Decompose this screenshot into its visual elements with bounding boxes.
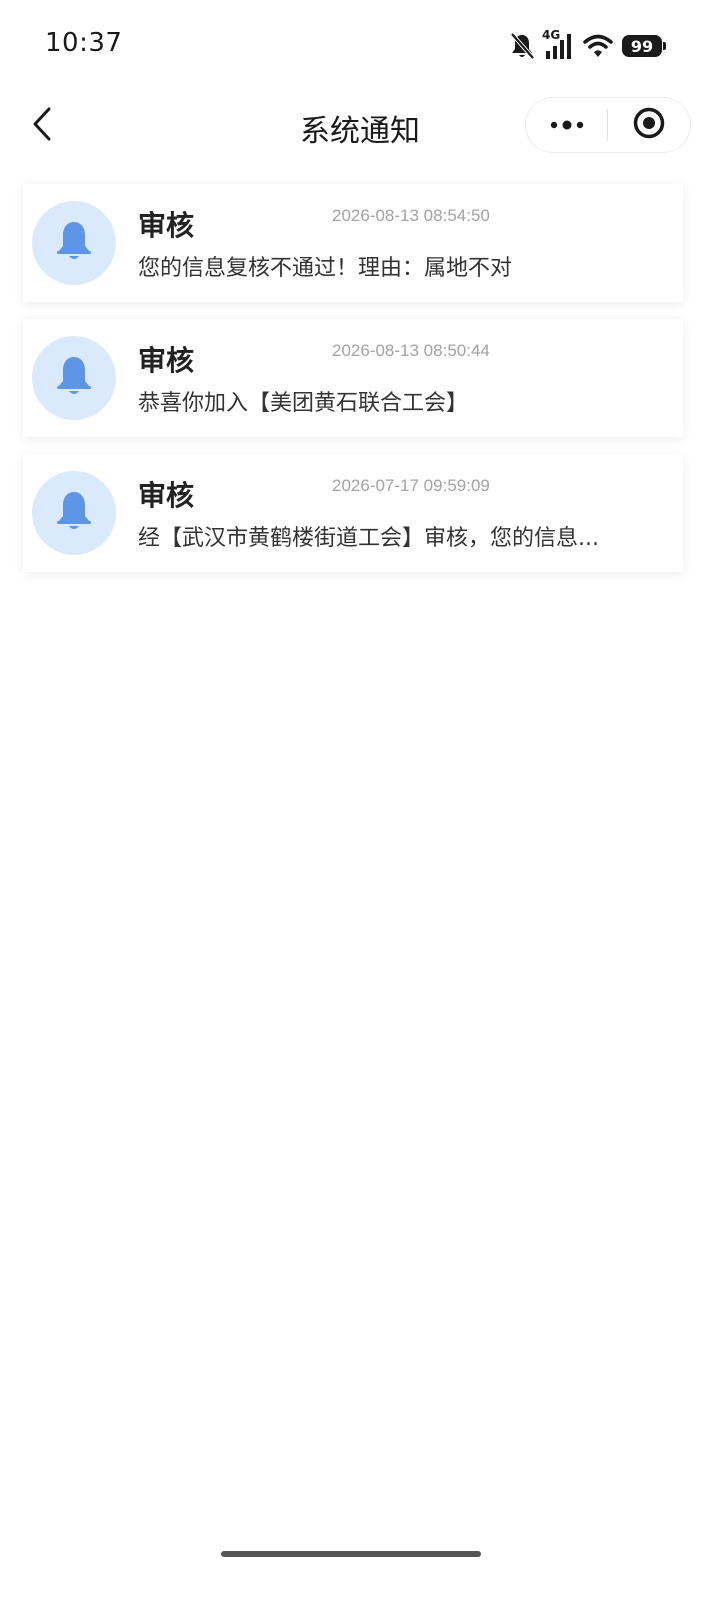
menu-capsule bbox=[525, 97, 691, 153]
bell-off-icon bbox=[509, 32, 535, 60]
status-icons: 4G 99 bbox=[509, 28, 666, 64]
notification-title: 审核 bbox=[138, 344, 195, 377]
notification-time: 2026-08-13 08:50:44 bbox=[332, 341, 490, 360]
notification-time: 2026-08-13 08:54:50 bbox=[332, 206, 490, 225]
notification-time: 2026-07-17 09:59:09 bbox=[332, 476, 490, 495]
notification-body: 经【武汉市黄鹤楼街道工会】审核，您的信息... bbox=[138, 526, 599, 551]
notification-title: 审核 bbox=[138, 209, 195, 242]
avatar bbox=[32, 336, 116, 420]
notification-body: 恭喜你加入【美团黄石联合工会】 bbox=[138, 391, 469, 416]
notification-body: 您的信息复核不通过！理由：属地不对 bbox=[138, 256, 513, 281]
bell-icon bbox=[56, 490, 92, 536]
notification-item[interactable]: 审核 2026-07-17 09:59:09 经【武汉市黄鹤楼街道工会】审核，您… bbox=[23, 454, 683, 572]
target-circle-icon bbox=[632, 106, 666, 144]
avatar bbox=[32, 201, 116, 285]
bell-icon bbox=[56, 220, 92, 266]
bell-icon bbox=[56, 355, 92, 401]
notification-list: 审核 2026-08-13 08:54:50 您的信息复核不通过！理由：属地不对… bbox=[23, 184, 683, 589]
network-label: 4G bbox=[542, 28, 561, 42]
home-indicator[interactable] bbox=[221, 1551, 481, 1557]
wifi-icon bbox=[583, 33, 613, 59]
more-dots-icon bbox=[549, 116, 585, 135]
close-miniprogram-button[interactable] bbox=[608, 98, 689, 152]
status-bar: 10:37 4G 99 bbox=[0, 0, 720, 92]
notification-title: 审核 bbox=[138, 479, 195, 512]
more-button[interactable] bbox=[526, 98, 607, 152]
notification-item[interactable]: 审核 2026-08-13 08:50:44 恭喜你加入【美团黄石联合工会】 bbox=[23, 319, 683, 437]
status-time: 10:37 bbox=[45, 28, 123, 58]
battery-icon: 99 bbox=[622, 35, 666, 57]
avatar bbox=[32, 471, 116, 555]
signal-icon: 4G bbox=[542, 28, 574, 60]
notification-item[interactable]: 审核 2026-08-13 08:54:50 您的信息复核不通过！理由：属地不对 bbox=[23, 184, 683, 302]
nav-bar: 系统通知 bbox=[0, 92, 720, 158]
